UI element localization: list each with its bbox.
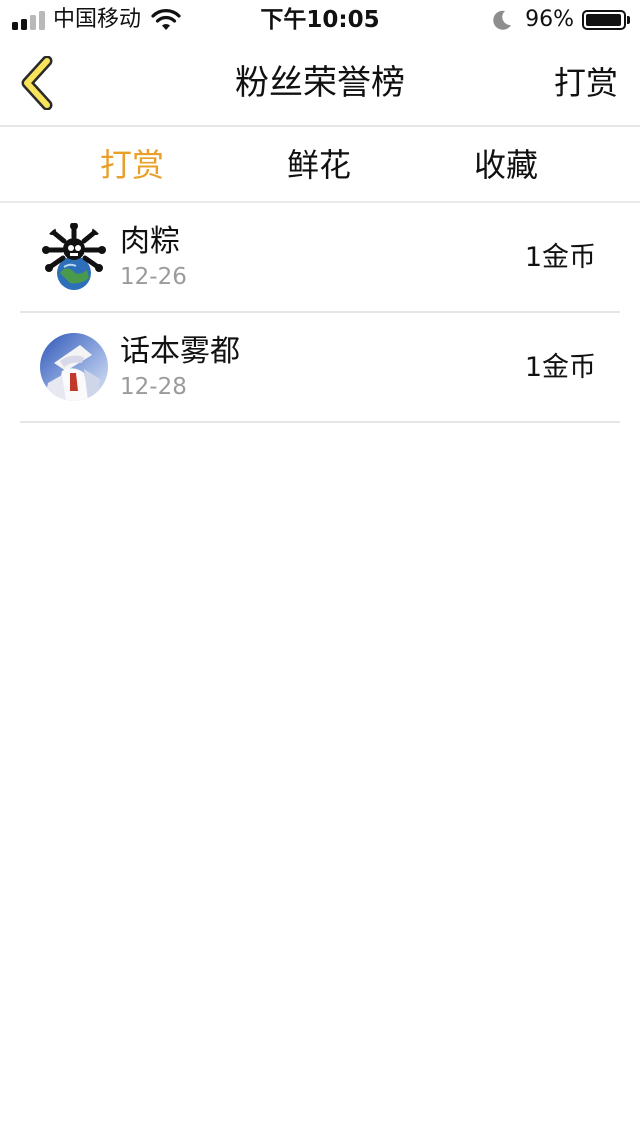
screen: 中国移动 下午10:05 96% 粉丝荣誉榜 打赏 打赏 鲜花 收藏 肉粽 12…	[0, 0, 640, 1136]
user-name: 肉粽	[120, 224, 180, 259]
tab-favorites[interactable]: 收藏	[446, 141, 566, 189]
moon-icon	[493, 10, 512, 30]
tab-bar: 打赏 鲜花 收藏	[0, 127, 640, 203]
reward-date: 12-26	[120, 264, 187, 290]
reward-amount: 1金币	[524, 352, 596, 383]
fan-list: 肉粽 12-26 1金币 话本雾都 12-28 1金币	[20, 203, 620, 423]
avatar	[40, 333, 108, 401]
list-item[interactable]: 话本雾都 12-28 1金币	[20, 313, 620, 423]
status-bar: 中国移动 下午10:05 96%	[0, 0, 640, 40]
tab-reward[interactable]: 打赏	[72, 141, 192, 189]
status-right: 96%	[491, 6, 630, 34]
list-item[interactable]: 肉粽 12-26 1金币	[20, 203, 620, 313]
battery-fill	[586, 14, 621, 26]
battery-percent: 96%	[525, 7, 574, 32]
avatar	[40, 223, 108, 291]
reward-date: 12-28	[120, 374, 187, 400]
user-name: 话本雾都	[120, 334, 240, 369]
reward-amount: 1金币	[524, 242, 596, 273]
battery-cap	[627, 16, 630, 24]
battery-icon	[582, 10, 626, 30]
tab-flowers[interactable]: 鲜花	[259, 141, 379, 189]
reward-button[interactable]: 打赏	[554, 58, 618, 108]
nav-bar: 粉丝荣誉榜 打赏	[0, 40, 640, 127]
page-title: 粉丝荣誉榜	[235, 63, 405, 103]
